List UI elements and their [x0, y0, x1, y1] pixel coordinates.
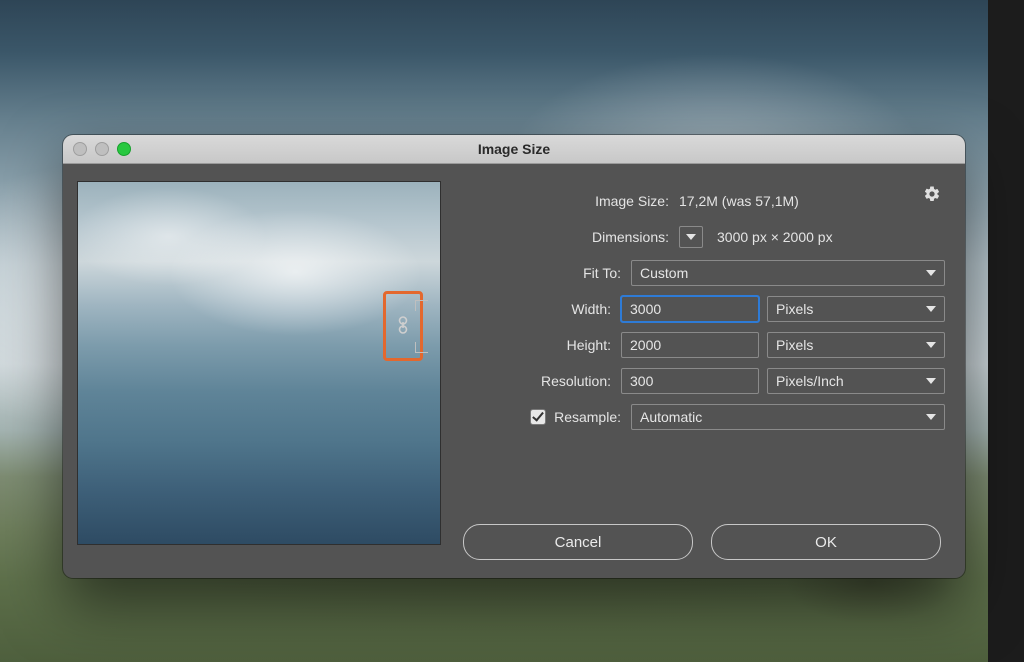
resample-select[interactable]: Automatic — [631, 404, 945, 430]
fit-to-label: Fit To: — [463, 265, 631, 281]
maximize-window-button[interactable] — [117, 142, 131, 156]
minimize-window-button[interactable] — [95, 142, 109, 156]
dimensions-value: 3000 px × 2000 px — [717, 229, 833, 245]
image-size-form: Image Size: 17,2M (was 57,1M) Dimensions… — [463, 183, 945, 435]
app-side-strip — [988, 0, 1024, 662]
resample-label: Resample: — [554, 409, 621, 425]
resample-checkbox[interactable] — [530, 409, 546, 425]
window-controls — [73, 142, 131, 156]
resolution-label: Resolution: — [463, 373, 621, 389]
ok-button[interactable]: OK — [711, 524, 941, 560]
dimensions-label: Dimensions: — [463, 229, 679, 245]
dimensions-dropdown-toggle[interactable] — [679, 226, 703, 248]
width-input[interactable] — [621, 296, 759, 322]
resolution-unit-select[interactable]: Pixels/Inch — [767, 368, 945, 394]
image-size-label: Image Size: — [463, 193, 679, 209]
height-unit-select[interactable]: Pixels — [767, 332, 945, 358]
image-preview — [77, 181, 441, 545]
height-label: Height: — [463, 337, 621, 353]
cancel-button[interactable]: Cancel — [463, 524, 693, 560]
image-size-dialog: Image Size Image Size: 17,2M (was 57,1M)… — [63, 135, 965, 578]
constrain-proportions-toggle[interactable] — [383, 291, 423, 361]
dialog-title: Image Size — [478, 141, 550, 157]
width-label: Width: — [463, 301, 621, 317]
gear-icon[interactable] — [923, 185, 941, 206]
width-unit-select[interactable]: Pixels — [767, 296, 945, 322]
fit-to-select[interactable]: Custom — [631, 260, 945, 286]
resolution-input[interactable] — [621, 368, 759, 394]
dialog-titlebar: Image Size — [63, 135, 965, 164]
height-input[interactable] — [621, 332, 759, 358]
close-window-button[interactable] — [73, 142, 87, 156]
image-size-value: 17,2M (was 57,1M) — [679, 193, 945, 209]
chain-link-icon — [396, 316, 410, 337]
